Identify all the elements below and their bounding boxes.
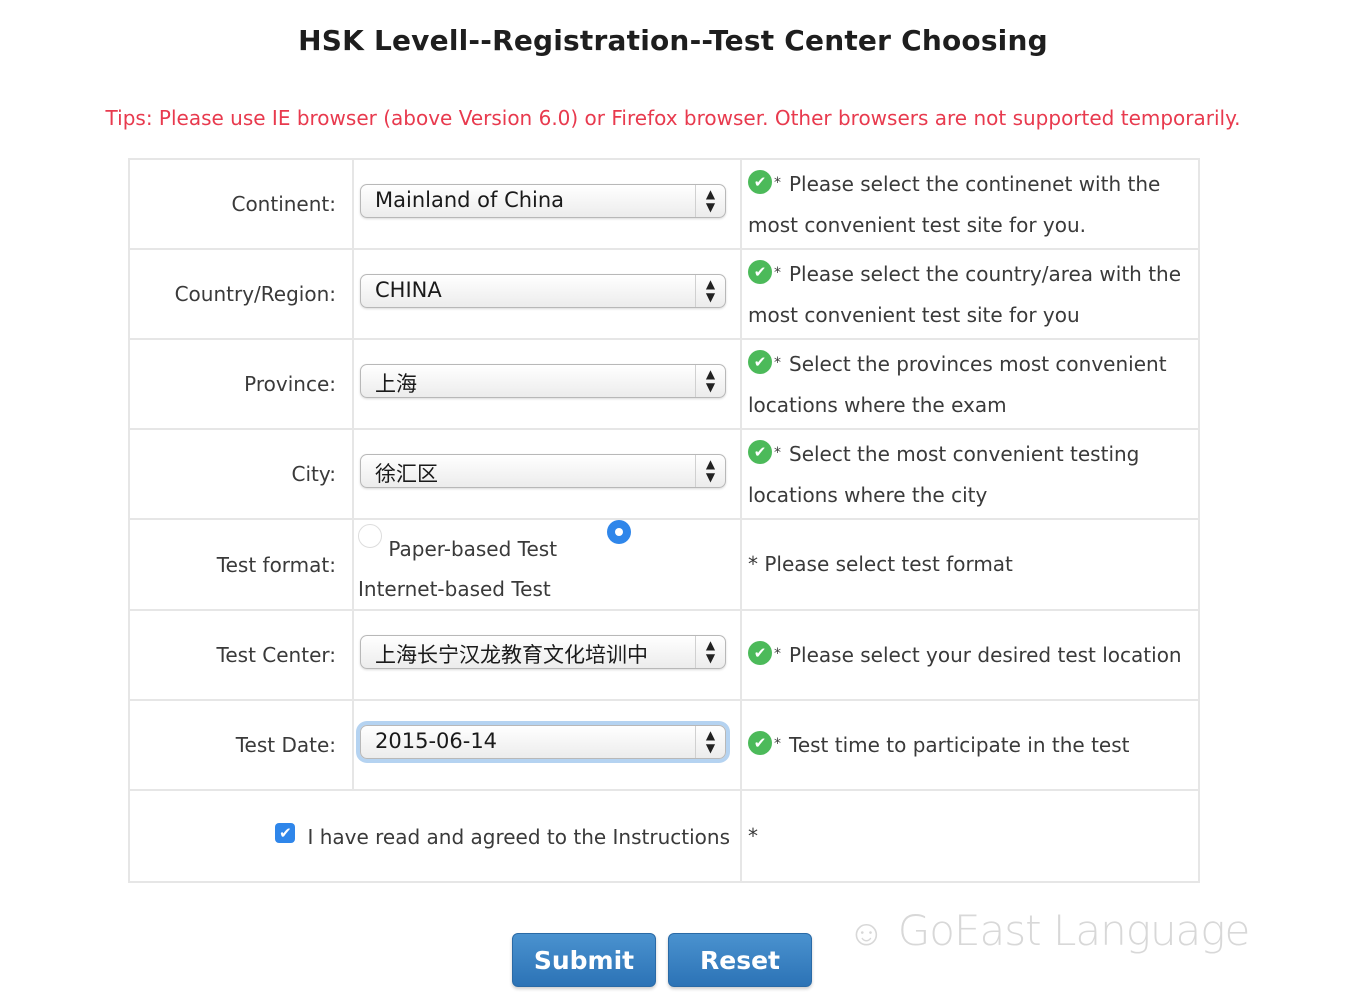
radio-paper-based[interactable] [358, 524, 382, 548]
country-label: Country/Region: [128, 248, 354, 340]
browser-tips: Tips: Please use IE browser (above Versi… [105, 106, 1241, 130]
row-city: City: 徐汇区 ▲ ▼ ✔ * Select the most convenien… [128, 428, 1200, 520]
watermark: ☺ GoEast Language [848, 906, 1251, 955]
province-label: Province: [128, 338, 354, 430]
country-value: CHINA [375, 278, 442, 302]
country-hint-text: Please select the country/area with the … [748, 261, 1182, 327]
city-label: City: [128, 428, 354, 520]
check-circle-icon: ✔ [748, 731, 772, 755]
row-test-format: Test format: Paper-based Test Internet-b… [128, 518, 1200, 611]
city-value: 徐汇区 [375, 462, 438, 486]
reset-button[interactable]: Reset [668, 933, 812, 987]
agreement-cell: ✔ I have read and agreed to the Instructi… [128, 789, 742, 883]
radio-internet-based[interactable] [607, 520, 632, 544]
check-circle-icon: ✔ [748, 641, 772, 665]
agreement-label[interactable]: I have read and agreed to the Instructio… [307, 825, 730, 849]
test-date-hint-text: Test time to participate in the test [789, 733, 1130, 757]
country-hint: ✔ * Please select the country/area with th… [740, 248, 1200, 340]
row-test-date: Test Date: 2015-06-14 ▲ ▼ ✔ * Test time to … [128, 699, 1200, 791]
continent-value: Mainland of China [375, 188, 565, 212]
row-country: Country/Region: CHINA ▲ ▼ ✔ * Please select… [128, 248, 1200, 340]
agreement-checkbox[interactable]: ✔ [275, 823, 296, 843]
required-star: * [774, 736, 781, 752]
wechat-icon: ☺ [848, 913, 885, 954]
test-date-select[interactable]: 2015-06-14 ▲ ▼ [360, 725, 726, 759]
row-continent: Continent: Mainland of China ▲ ▼ ✔ * Please… [128, 158, 1200, 250]
check-circle-icon: ✔ [748, 349, 772, 374]
city-hint: ✔ * Select the most convenient testing loc… [740, 428, 1200, 520]
continent-hint: ✔ * Please select the continenet with the … [740, 158, 1200, 250]
check-circle-icon: ✔ [748, 439, 772, 464]
updown-arrows-icon: ▲ ▼ [695, 185, 725, 217]
updown-arrows-icon: ▲ ▼ [695, 455, 725, 487]
test-date-label: Test Date: [128, 699, 354, 791]
test-center-hint: ✔ * Please select your desired test locati… [740, 609, 1200, 701]
continent-select[interactable]: Mainland of China ▲ ▼ [360, 184, 726, 218]
test-center-label: Test Center: [128, 609, 354, 701]
test-date-value: 2015-06-14 [375, 729, 498, 753]
country-select[interactable]: CHINA ▲ ▼ [360, 274, 726, 308]
province-value: 上海 [375, 372, 417, 396]
test-center-value: 上海长宁汉龙教育文化培训中 [375, 643, 648, 667]
internet-based-label[interactable]: Internet-based Test [358, 569, 740, 609]
required-star: * [774, 264, 781, 281]
required-star: * [774, 646, 781, 662]
continent-hint-text: Please select the continenet with the mo… [748, 171, 1161, 237]
province-select[interactable]: 上海 ▲ ▼ [360, 364, 726, 398]
registration-form: Continent: Mainland of China ▲ ▼ ✔ * Please… [128, 158, 1200, 883]
page-title: HSK Levell--Registration--Test Center Ch… [298, 24, 1048, 57]
city-hint-text: Select the most convenient testing locat… [748, 441, 1140, 507]
required-star: * [774, 444, 781, 461]
paper-based-label[interactable]: Paper-based Test [388, 537, 557, 561]
submit-button[interactable]: Submit [512, 933, 656, 987]
updown-arrows-icon: ▲ ▼ [695, 275, 725, 307]
city-select[interactable]: 徐汇区 ▲ ▼ [360, 454, 726, 488]
test-center-select[interactable]: 上海长宁汉龙教育文化培训中 ▲ ▼ [360, 635, 726, 669]
check-circle-icon: ✔ [748, 259, 772, 284]
test-center-hint-text: Please select your desired test location [789, 643, 1182, 667]
test-format-hint: * Please select test format [740, 518, 1200, 611]
check-circle-icon: ✔ [748, 169, 772, 194]
row-agreement: ✔ I have read and agreed to the Instructi… [128, 789, 1200, 883]
required-star: * [774, 174, 781, 191]
continent-label: Continent: [128, 158, 354, 250]
province-hint-text: Select the provinces most convenient loc… [748, 351, 1167, 417]
row-province: Province: 上海 ▲ ▼ ✔ * Select the provinces m… [128, 338, 1200, 430]
row-test-center: Test Center: 上海长宁汉龙教育文化培训中 ▲ ▼ ✔ * Please s… [128, 609, 1200, 701]
test-format-label: Test format: [128, 518, 354, 611]
updown-arrows-icon: ▲ ▼ [695, 726, 725, 758]
agreement-hint: * [740, 789, 1200, 883]
province-hint: ✔ * Select the provinces most convenient l… [740, 338, 1200, 430]
test-date-hint: ✔ * Test time to participate in the test [740, 699, 1200, 791]
updown-arrows-icon: ▲ ▼ [695, 636, 725, 668]
watermark-text: GoEast Language [897, 906, 1251, 955]
required-star: * [774, 354, 781, 371]
updown-arrows-icon: ▲ ▼ [695, 365, 725, 397]
